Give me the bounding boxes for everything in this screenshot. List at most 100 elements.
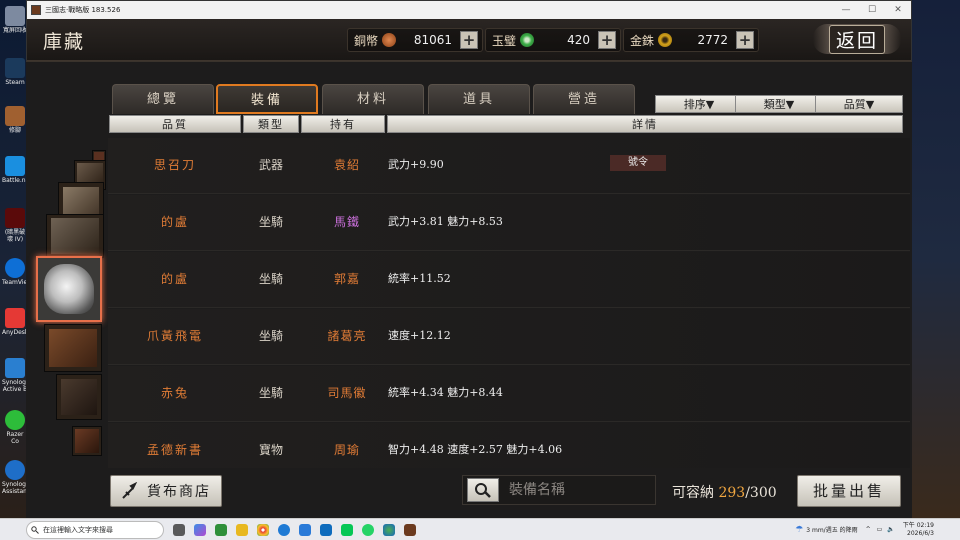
currency-copper: 銅幣 81061 + bbox=[347, 28, 484, 52]
item-detail: 武力+3.81 魅力+8.53 bbox=[388, 215, 503, 228]
back-button-label: 返回 bbox=[828, 24, 885, 54]
app-icon[interactable] bbox=[215, 523, 227, 536]
file-explorer-icon[interactable] bbox=[236, 523, 248, 536]
table-row[interactable]: 赤兔 坐騎 司馬徽 統率+4.34 魅力+8.44 bbox=[108, 366, 910, 422]
capacity-label: 可容納 bbox=[672, 485, 714, 501]
spear-icon bbox=[122, 482, 138, 499]
tab-items[interactable]: 道具 bbox=[428, 84, 530, 114]
taskbar: 在這裡輸入文字來搜尋 ☂ 3 mm/週五 的降雨 ^ ▭ 🔈 下午 02:19 … bbox=[0, 518, 960, 540]
item-name: 孟德新書 bbox=[146, 443, 203, 457]
desktop-icon-razer[interactable]: Razer Co bbox=[2, 410, 28, 445]
shop-button-label: 貨布商店 bbox=[147, 484, 211, 500]
quality-dropdown[interactable]: 品質▼ bbox=[815, 95, 903, 113]
column-header-type[interactable]: 類型 bbox=[243, 115, 299, 133]
item-holder: 郭嘉 bbox=[333, 272, 360, 286]
item-name: 爪黃飛電 bbox=[146, 329, 203, 343]
search-icon bbox=[475, 483, 491, 498]
type-dropdown[interactable]: 類型▼ bbox=[735, 95, 823, 113]
store-icon[interactable] bbox=[299, 523, 311, 536]
desktop-icon-synology-assistant[interactable]: Synology Assistant bbox=[2, 460, 30, 495]
back-button[interactable]: 返回 bbox=[813, 24, 901, 54]
desktop-icon-diablo[interactable]: (暗黑破壞 IV) bbox=[2, 208, 28, 243]
desktop-icon-battlenet[interactable]: Battle.net bbox=[2, 156, 32, 184]
game-window: 三國志·戰略版 183.526 — ☐ ✕ 庫藏 銅幣 81061 + 玉璧 4… bbox=[26, 0, 912, 519]
taskbar-search-placeholder: 在這裡輸入文字來搜尋 bbox=[43, 525, 113, 534]
shop-button[interactable]: 貨布商店 bbox=[110, 475, 222, 507]
capacity-used: 293 bbox=[718, 485, 746, 501]
desktop-icon-anydesk[interactable]: AnyDesk bbox=[2, 308, 28, 336]
item-thumbnail[interactable] bbox=[56, 374, 102, 420]
tab-overview[interactable]: 總覽 bbox=[112, 84, 214, 114]
tab-equipment[interactable]: 裝備 bbox=[216, 84, 318, 114]
window-titlebar[interactable]: 三國志·戰略版 183.526 — ☐ ✕ bbox=[27, 1, 911, 19]
item-type: 坐騎 bbox=[258, 272, 283, 286]
app-icon bbox=[31, 5, 41, 15]
chrome-icon[interactable] bbox=[257, 523, 269, 536]
table-row[interactable]: 爪黃飛電 坐騎 諸葛亮 速度+12.12 bbox=[108, 309, 910, 365]
item-detail: 統率+4.34 魅力+8.44 bbox=[388, 386, 503, 399]
outlook-icon[interactable] bbox=[320, 523, 332, 536]
add-gold-button[interactable]: + bbox=[736, 31, 755, 49]
capacity-total: 300 bbox=[749, 485, 777, 501]
item-thumbnail[interactable] bbox=[46, 214, 104, 258]
item-type: 武器 bbox=[258, 158, 283, 172]
add-copper-button[interactable]: + bbox=[460, 31, 479, 49]
task-view-icon[interactable] bbox=[173, 523, 185, 536]
close-icon[interactable]: ✕ bbox=[885, 5, 911, 15]
minimize-icon[interactable]: — bbox=[833, 5, 859, 15]
currency-jade-value: 420 bbox=[567, 33, 591, 47]
currency-gold-label: 金銖 bbox=[630, 33, 655, 48]
tab-construction[interactable]: 營造 bbox=[533, 84, 635, 114]
item-type: 坐騎 bbox=[258, 386, 283, 400]
desktop-icon-recycle[interactable]: 寬屏回收 bbox=[2, 6, 28, 34]
tray-chevron-icon[interactable]: ^ bbox=[866, 526, 871, 533]
desktop-icon-steam[interactable]: Steam bbox=[2, 58, 28, 86]
game-taskbar-icon[interactable] bbox=[404, 523, 416, 536]
item-thumbnail[interactable] bbox=[44, 324, 102, 372]
currency-jade-label: 玉璧 bbox=[492, 33, 517, 48]
equipment-list: 思召刀 武器 袁紹 武力+9.90 號令 的盧 坐騎 馬鐵 武力+3.81 魅力… bbox=[108, 138, 910, 468]
item-thumbnail[interactable] bbox=[72, 426, 102, 456]
currency-copper-value: 81061 bbox=[413, 33, 453, 47]
search-input[interactable] bbox=[509, 482, 649, 498]
item-name: 的盧 bbox=[160, 215, 189, 229]
edge-icon[interactable] bbox=[278, 523, 290, 536]
line-icon[interactable] bbox=[341, 523, 353, 536]
item-holder: 周瑜 bbox=[333, 443, 360, 457]
maximize-icon[interactable]: ☐ bbox=[859, 5, 885, 15]
page-title: 庫藏 bbox=[43, 31, 86, 53]
clock[interactable]: 下午 02:19 2026/6/3 bbox=[903, 522, 934, 538]
desktop-icon-app[interactable]: 修腳 bbox=[2, 106, 28, 134]
column-header-holder[interactable]: 持有 bbox=[301, 115, 385, 133]
table-row[interactable]: 思召刀 武器 袁紹 武力+9.90 號令 bbox=[108, 138, 910, 194]
table-row[interactable]: 的盧 坐騎 郭嘉 統率+11.52 bbox=[108, 252, 910, 308]
item-type: 坐騎 bbox=[258, 329, 283, 343]
column-header-quality[interactable]: 品質 bbox=[109, 115, 241, 133]
item-detail: 武力+9.90 bbox=[388, 158, 444, 171]
desktop-icon-synology-backup[interactable]: Synology Active B bbox=[2, 358, 30, 393]
taskbar-search[interactable]: 在這裡輸入文字來搜尋 bbox=[26, 520, 164, 539]
top-bar: 庫藏 銅幣 81061 + 玉璧 420 + 金銖 2772 + 返回 bbox=[27, 19, 911, 61]
item-holder: 司馬徽 bbox=[327, 386, 367, 400]
column-header-details[interactable]: 詳情 bbox=[387, 115, 903, 133]
add-jade-button[interactable]: + bbox=[598, 31, 617, 49]
sort-dropdown[interactable]: 排序▼ bbox=[655, 95, 743, 113]
search-icon bbox=[31, 525, 39, 534]
volume-icon[interactable]: 🔈 bbox=[887, 526, 894, 533]
whatsapp-icon[interactable] bbox=[362, 523, 374, 536]
item-name: 的盧 bbox=[160, 272, 189, 286]
desktop-icon-teamviewer[interactable]: TeamViewer bbox=[2, 258, 38, 286]
copper-coin-icon bbox=[382, 33, 397, 47]
browser-icon[interactable] bbox=[383, 523, 395, 536]
network-icon[interactable]: ▭ bbox=[877, 526, 883, 533]
system-tray: ☂ 3 mm/週五 的降雨 ^ ▭ 🔈 下午 02:19 2026/6/3 bbox=[795, 522, 960, 538]
search-button[interactable] bbox=[467, 478, 499, 502]
bulk-sell-button[interactable]: 批量出售 bbox=[797, 475, 901, 507]
item-detail: 智力+4.48 速度+2.57 魅力+4.06 bbox=[388, 443, 563, 456]
table-row[interactable]: 孟德新書 寶物 周瑜 智力+4.48 速度+2.57 魅力+4.06 bbox=[108, 423, 910, 468]
table-row[interactable]: 的盧 坐騎 馬鐵 武力+3.81 魅力+8.53 bbox=[108, 195, 910, 251]
tab-materials[interactable]: 材料 bbox=[322, 84, 424, 114]
copilot-icon[interactable] bbox=[194, 523, 206, 536]
currency-gold-value: 2772 bbox=[697, 33, 729, 47]
selected-item-thumbnail[interactable] bbox=[36, 256, 102, 322]
